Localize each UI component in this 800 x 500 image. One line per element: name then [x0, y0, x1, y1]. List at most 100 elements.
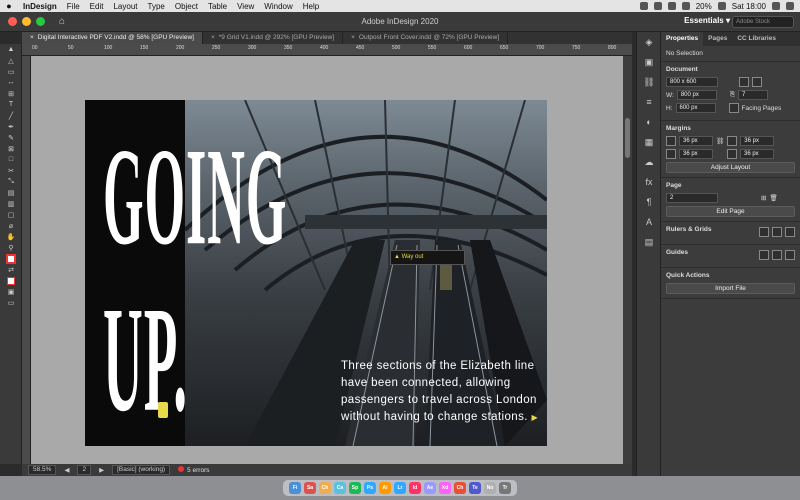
clock[interactable]: Sat 18:00: [732, 2, 766, 11]
apple-icon[interactable]: ●: [0, 1, 18, 11]
workspace-switcher[interactable]: Essentials ▾: [684, 16, 730, 25]
apply-none-icon[interactable]: [0, 275, 22, 286]
type-tool-icon[interactable]: T: [0, 99, 22, 110]
landscape-orientation-icon[interactable]: [752, 77, 762, 87]
document-grid-icon[interactable]: [785, 226, 795, 237]
formatting-affects-container-icon[interactable]: ▣: [0, 286, 22, 297]
menu-file[interactable]: File: [62, 2, 85, 11]
tab-outpost-cover[interactable]: × Outpost Front Cover.indd @ 72% [GPU Pre…: [343, 32, 509, 44]
menu-layout[interactable]: Layout: [108, 2, 142, 11]
width-field[interactable]: 800 px: [676, 90, 717, 100]
delete-page-icon[interactable]: 🗑: [769, 194, 777, 202]
close-tab-icon[interactable]: ×: [211, 34, 215, 41]
vertical-scrollbar[interactable]: [623, 56, 632, 464]
cc-libraries-icon[interactable]: ☁: [637, 152, 661, 172]
adobe-stock-search[interactable]: Adobe Stock: [732, 16, 794, 28]
free-transform-tool-icon[interactable]: ⤡: [0, 176, 22, 187]
dock-app-icon[interactable]: No: [484, 482, 496, 494]
paragraph-styles-icon[interactable]: ¶: [637, 192, 661, 212]
menu-indesign[interactable]: InDesign: [18, 2, 62, 11]
tab-pages[interactable]: Pages: [703, 32, 732, 46]
menu-help[interactable]: Help: [298, 2, 324, 11]
dock-app-icon[interactable]: Ch: [454, 482, 466, 494]
content-collector-icon[interactable]: ⊞: [0, 88, 22, 99]
pencil-tool-icon[interactable]: ✎: [0, 132, 22, 143]
close-tab-icon[interactable]: ×: [30, 34, 34, 41]
page-select[interactable]: 2: [666, 193, 718, 203]
tab-9-grid[interactable]: × *9 Grid V1.indd @ 292% [GPU Preview]: [203, 32, 344, 44]
dock-app-icon[interactable]: Ai: [379, 482, 391, 494]
baseline-grid-icon[interactable]: [772, 226, 782, 237]
character-styles-icon[interactable]: A: [637, 212, 661, 232]
wifi-icon[interactable]: [681, 2, 690, 10]
adjust-layout-button[interactable]: Adjust Layout: [666, 162, 795, 173]
import-file-button[interactable]: Import File: [666, 283, 795, 294]
spotlight-icon[interactable]: [772, 2, 780, 10]
menu-object[interactable]: Object: [170, 2, 203, 11]
scissors-tool-icon[interactable]: ✂: [0, 165, 22, 176]
zoom-window-button[interactable]: [36, 17, 45, 26]
menu-view[interactable]: View: [232, 2, 259, 11]
swap-colors-icon[interactable]: ⇄: [0, 264, 22, 275]
dock-app-icon[interactable]: Ca: [334, 482, 346, 494]
line-tool-icon[interactable]: ╱: [0, 110, 22, 121]
notification-center-icon[interactable]: [786, 2, 794, 10]
close-window-button[interactable]: [8, 17, 17, 26]
menu-type[interactable]: Type: [143, 2, 170, 11]
minimize-window-button[interactable]: [22, 17, 31, 26]
facing-pages-checkbox[interactable]: [728, 103, 739, 113]
links-icon[interactable]: ⛓: [637, 72, 661, 92]
screen-mode-icon[interactable]: ▭: [0, 297, 22, 308]
rectangle-frame-tool-icon[interactable]: ⊠: [0, 143, 22, 154]
zoom-tool-icon[interactable]: ⚲: [0, 242, 22, 253]
ruler-icon[interactable]: [759, 226, 769, 237]
effects-icon[interactable]: fx: [637, 172, 661, 192]
add-page-icon[interactable]: ⊞: [761, 194, 766, 202]
menu-edit[interactable]: Edit: [85, 2, 109, 11]
document-page[interactable]: ▲ Way out GOING UP. Three sections of th…: [85, 100, 547, 446]
dock-app-icon[interactable]: Lr: [394, 482, 406, 494]
scroll-thumb[interactable]: [625, 118, 630, 158]
pen-tool-icon[interactable]: ✒: [0, 121, 22, 132]
pages-icon[interactable]: ▣: [637, 52, 661, 72]
direct-selection-tool-icon[interactable]: △: [0, 55, 22, 66]
dock-app-icon[interactable]: Xd: [439, 482, 451, 494]
preflight-errors[interactable]: 5 errors: [178, 466, 210, 474]
menu-table[interactable]: Table: [203, 2, 232, 11]
document-preset-select[interactable]: 800 x 600: [666, 77, 718, 87]
page-nav-next-icon[interactable]: ▶: [99, 466, 104, 474]
stroke-icon[interactable]: ≡: [637, 92, 661, 112]
page-tool-icon[interactable]: ▭: [0, 66, 22, 77]
show-guides-icon[interactable]: [759, 249, 769, 260]
mail-icon[interactable]: [667, 2, 676, 10]
smart-guides-icon[interactable]: [785, 249, 795, 260]
height-field[interactable]: 600 px: [675, 103, 716, 113]
gradient-tool-icon[interactable]: ▤: [0, 187, 22, 198]
edit-page-button[interactable]: Edit Page: [666, 206, 795, 217]
dock-app-icon[interactable]: Id: [409, 482, 421, 494]
gap-tool-icon[interactable]: ↔: [0, 77, 22, 88]
overset-arrow-icon[interactable]: ▶: [531, 413, 538, 422]
margin-left-field[interactable]: 36 px: [740, 136, 775, 146]
caption-text-frame[interactable]: Three sections of the Elizabeth line hav…: [341, 358, 541, 426]
dock-app-icon[interactable]: Tr: [499, 482, 511, 494]
margin-top-field[interactable]: 36 px: [679, 136, 713, 146]
dock-app-icon[interactable]: Sp: [349, 482, 361, 494]
zoom-field[interactable]: 58.5%: [28, 465, 57, 475]
text-wrap-icon[interactable]: ▤: [637, 232, 661, 252]
tab-properties[interactable]: Properties: [661, 32, 704, 46]
page-field[interactable]: 2: [77, 465, 92, 475]
portrait-orientation-icon[interactable]: [739, 77, 749, 87]
margin-right-field[interactable]: 36 px: [740, 149, 774, 159]
dock-app-icon[interactable]: Ch: [319, 482, 331, 494]
dock-app-icon[interactable]: Te: [469, 482, 481, 494]
selection-tool-icon[interactable]: ▲: [0, 44, 22, 55]
color-icon[interactable]: ◐: [637, 112, 661, 132]
tab-cc-libraries[interactable]: CC Libraries: [732, 32, 781, 46]
pages-count-field[interactable]: 7: [738, 90, 769, 100]
eyedropper-tool-icon[interactable]: ⌀: [0, 220, 22, 231]
preflight-profile[interactable]: [Basic] (working): [112, 465, 171, 475]
gradient-feather-tool-icon[interactable]: ▥: [0, 198, 22, 209]
margin-bottom-field[interactable]: 36 px: [679, 149, 713, 159]
page-nav-prev-icon[interactable]: ◀: [64, 466, 69, 474]
